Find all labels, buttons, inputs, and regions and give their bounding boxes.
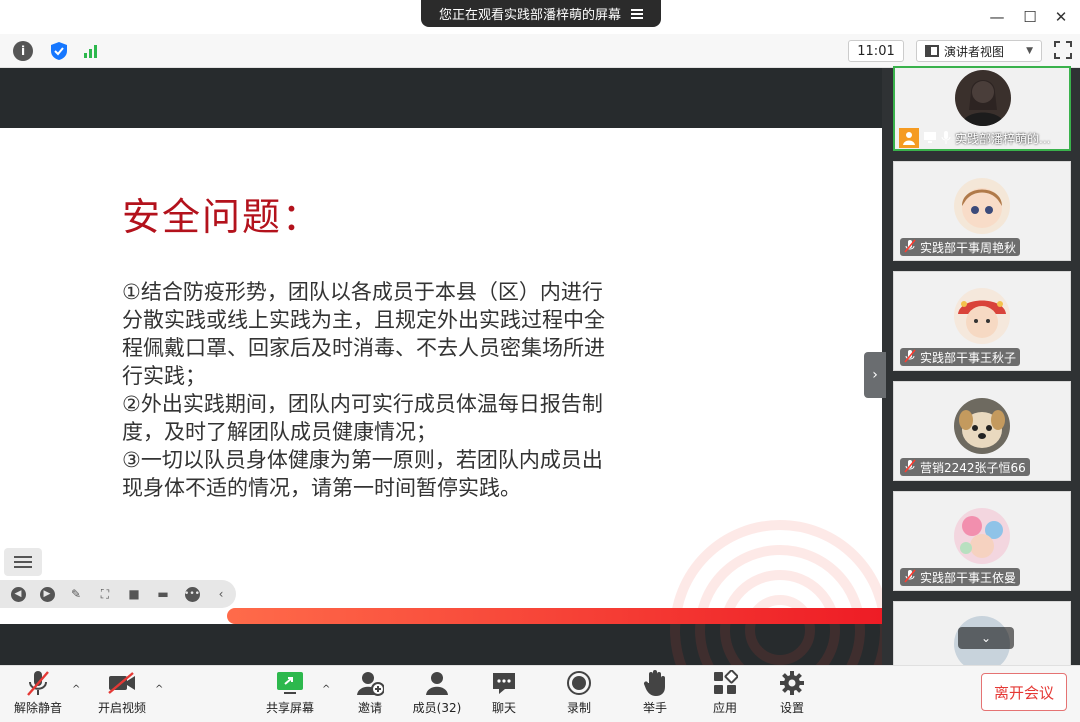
avatar — [954, 398, 1010, 454]
settings-button[interactable]: 设置 — [772, 668, 812, 718]
screenshot-icon[interactable]: ⛶ — [95, 586, 115, 602]
gear-icon — [777, 668, 807, 698]
avatar — [954, 288, 1010, 344]
microphone-icon — [941, 130, 951, 147]
slide-paragraph: ③一切以队员身体健康为第一原则，若团队内成员出 现身体不适的情况，请第一时间暂停… — [122, 448, 603, 500]
apps-label: 应用 — [712, 701, 737, 715]
host-icon — [899, 128, 919, 148]
pen-icon[interactable]: ✎ — [66, 586, 86, 602]
muted-microphone-icon — [904, 238, 916, 256]
meeting-timer: 11:01 — [848, 40, 904, 62]
participant-tile[interactable]: 实践部潘梓萌的... — [893, 66, 1071, 151]
participant-name: 实践部干事周艳秋 — [920, 240, 1017, 255]
participant-label: 实践部干事王依曼 — [900, 568, 1021, 586]
sharing-banner[interactable]: 您正在观看实践部潘梓萌的屏幕 — [421, 0, 661, 27]
chat-button[interactable]: 聊天 — [484, 668, 524, 718]
members-button[interactable]: 成员(32) — [410, 668, 464, 718]
network-signal-icon[interactable] — [84, 41, 104, 61]
record-button[interactable]: 录制 — [559, 668, 599, 718]
view-mode-dropdown[interactable]: 演讲者视图 ▼ — [916, 40, 1042, 62]
participant-label: 实践部干事王秋子 — [900, 348, 1021, 366]
participant-tile[interactable]: 实践部干事王依曼 — [893, 491, 1071, 591]
audio-options-caret[interactable]: ^ — [72, 684, 80, 695]
participant-tile[interactable]: 实践部干事周艳秋 — [893, 161, 1071, 261]
invite-button[interactable]: 邀请 — [350, 668, 390, 718]
sharing-banner-text: 您正在观看实践部潘梓萌的屏幕 — [438, 8, 621, 23]
comment-icon[interactable]: ▬ — [153, 586, 173, 602]
participant-tile[interactable]: 营销2242张子恒66 — [893, 381, 1071, 481]
invite-label: 邀请 — [357, 701, 382, 715]
slide-accent-bar — [227, 608, 882, 624]
menu-icon[interactable] — [631, 8, 643, 19]
unmute-label: 解除静音 — [13, 701, 62, 715]
leave-meeting-button[interactable]: 离开会议 — [981, 673, 1067, 711]
minimize-button[interactable]: — — [986, 6, 1008, 28]
video-options-caret[interactable]: ^ — [155, 684, 163, 695]
record-icon — [564, 668, 594, 698]
video-off-icon — [107, 668, 137, 698]
members-label: 成员(32) — [412, 701, 462, 715]
fullscreen-icon[interactable] — [1054, 41, 1072, 59]
members-icon — [422, 668, 452, 698]
participant-name: 营销2242张子恒66 — [920, 460, 1026, 475]
slide-paragraph: ①结合防疫形势，团队以各成员于本县（区）内进行 分散实践或线上实践为主，且规定外… — [122, 280, 605, 388]
participant-label: 实践部潘梓萌的... — [895, 128, 1054, 148]
share-screen-button[interactable]: 共享屏幕 — [262, 668, 318, 718]
slide-body: ①结合防疫形势，团队以各成员于本县（区）内进行 分散实践或线上实践为主，且规定外… — [122, 278, 662, 502]
slide-paragraph: ②外出实践期间，团队内可实行成员体温每日报告制 度，及时了解团队成员健康情况； — [122, 392, 603, 444]
apps-icon — [710, 668, 740, 698]
annotation-menu-button[interactable] — [4, 548, 42, 576]
apps-button[interactable]: 应用 — [705, 668, 745, 718]
unmute-button[interactable]: 解除静音 — [12, 668, 64, 718]
avatar — [955, 70, 1011, 126]
avatar — [954, 508, 1010, 564]
participant-label: 实践部干事周艳秋 — [900, 238, 1021, 256]
collapse-icon[interactable]: ‹ — [211, 586, 231, 602]
raise-hand-label: 举手 — [642, 701, 667, 715]
avatar — [954, 178, 1010, 234]
share-screen-label: 共享屏幕 — [265, 701, 314, 715]
screen-share-icon — [923, 131, 937, 146]
participant-name: 实践部干事王秋子 — [920, 350, 1017, 365]
scroll-down-button[interactable]: ⌄ — [958, 627, 1014, 649]
start-video-label: 开启视频 — [97, 701, 146, 715]
participant-tile[interactable]: 实践部干事王秋子 — [893, 271, 1071, 371]
close-button[interactable]: ✕ — [1050, 6, 1072, 28]
speaker-view-icon — [925, 45, 939, 57]
share-screen-icon — [275, 668, 305, 698]
muted-microphone-icon — [904, 568, 916, 586]
decorative-circles — [640, 490, 900, 690]
chat-icon — [489, 668, 519, 698]
raise-hand-button[interactable]: 举手 — [635, 668, 675, 718]
previous-icon[interactable]: ◀ — [8, 586, 28, 602]
settings-label: 设置 — [779, 701, 804, 715]
camera-icon[interactable]: ■ — [124, 586, 144, 602]
hand-icon — [640, 668, 670, 698]
participant-name: 实践部干事王依曼 — [920, 570, 1017, 585]
record-label: 录制 — [566, 701, 591, 715]
maximize-button[interactable]: ☐ — [1019, 6, 1041, 28]
add-user-icon — [355, 668, 385, 698]
chat-label: 聊天 — [491, 701, 516, 715]
annotation-toolbar: ◀ ▶ ✎ ⛶ ■ ▬ ••• ‹ — [0, 580, 236, 608]
next-icon[interactable]: ▶ — [37, 586, 57, 602]
security-shield-icon[interactable] — [49, 41, 69, 61]
participant-label: 营销2242张子恒66 — [900, 458, 1030, 476]
share-options-caret[interactable]: ^ — [322, 684, 330, 695]
more-icon[interactable]: ••• — [182, 586, 202, 602]
muted-microphone-icon — [904, 458, 916, 476]
slide-title: 安全问题： — [122, 195, 323, 239]
view-mode-label: 演讲者视图 — [944, 44, 1005, 59]
panel-toggle-button[interactable]: › — [864, 352, 886, 398]
chevron-down-icon: ▼ — [1026, 46, 1033, 56]
start-video-button[interactable]: 开启视频 — [94, 668, 150, 718]
participant-name: 实践部潘梓萌的... — [955, 131, 1051, 146]
muted-microphone-icon — [23, 668, 53, 698]
muted-microphone-icon — [904, 348, 916, 366]
info-icon[interactable]: i — [13, 41, 33, 61]
